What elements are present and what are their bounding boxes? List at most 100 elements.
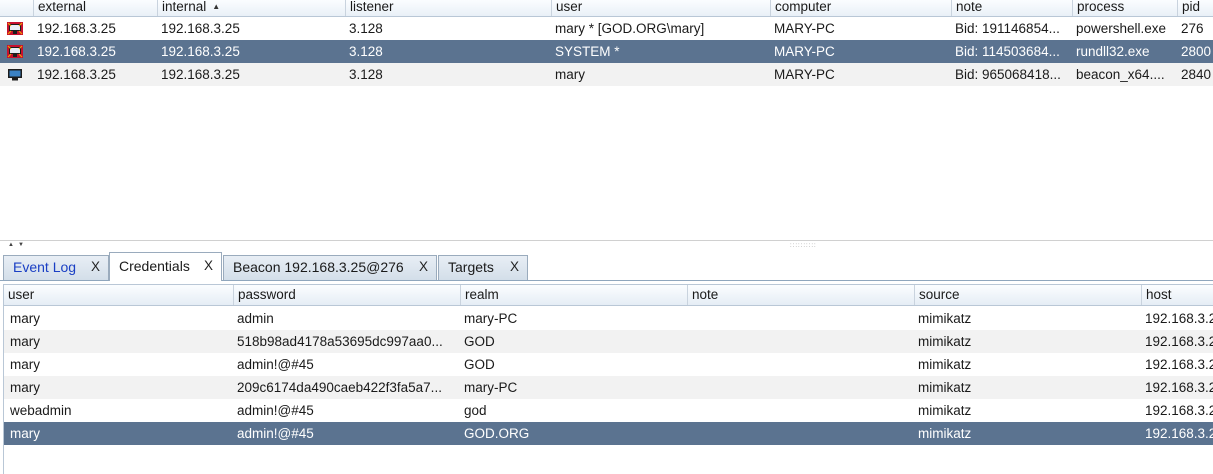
cell-user: mary * [GOD.ORG\mary]	[555, 21, 705, 36]
beacon-elevated-icon	[7, 22, 23, 35]
cell-realm: GOD	[464, 357, 495, 372]
column-header-listener[interactable]: listener	[345, 0, 551, 16]
cell-user: webadmin	[10, 403, 72, 418]
credentials-table: user password realm note source host mar…	[0, 281, 1213, 474]
grip-icon: ::::::::::	[790, 243, 817, 249]
cell-process: powershell.exe	[1076, 21, 1167, 36]
cell-note: Bid: 114503684...	[955, 44, 1060, 59]
tab-credentials[interactable]: Credentials X	[109, 252, 222, 281]
cell-source: mimikatz	[918, 334, 972, 349]
cell-pid: 2800	[1181, 44, 1212, 59]
tab-event-log[interactable]: Event Log X	[3, 255, 109, 280]
tab-label: Event Log	[13, 259, 77, 275]
cell-password: 518b98ad4178a53695dc997aa0...	[237, 334, 443, 349]
column-header-label: external	[38, 0, 87, 14]
credential-row[interactable]: mary 518b98ad4178a53695dc997aa0... GOD m…	[4, 330, 1213, 353]
column-header-note[interactable]: note	[951, 0, 1072, 16]
beacon-elevated-icon	[7, 45, 23, 58]
cell-realm: god	[464, 403, 487, 418]
beacon-row[interactable]: 192.168.3.25 192.168.3.25 3.128 mary * […	[0, 17, 1213, 40]
column-header-internal[interactable]: internal ▲	[157, 0, 345, 16]
column-header-note[interactable]: note	[687, 285, 914, 305]
credential-row[interactable]: mary admin mary-PC mimikatz 192.168.3.25	[4, 307, 1213, 330]
column-header-host[interactable]: host	[1141, 285, 1213, 305]
column-header-computer[interactable]: computer	[770, 0, 951, 16]
cell-source: mimikatz	[918, 380, 972, 395]
column-header-label: password	[238, 287, 296, 302]
icon-column-header[interactable]	[0, 0, 33, 16]
cell-user: mary	[10, 311, 40, 326]
column-header-pid[interactable]: pid	[1177, 0, 1213, 16]
column-header-label: user	[556, 0, 583, 14]
cell-pid: 2840	[1181, 67, 1212, 82]
cell-computer: MARY-PC	[774, 44, 835, 59]
cell-user: mary	[555, 67, 585, 82]
cell-internal: 192.168.3.25	[161, 21, 240, 36]
credential-row[interactable]: mary 209c6174da490caeb422f3fa5a7... mary…	[4, 376, 1213, 399]
cell-source: mimikatz	[918, 357, 972, 372]
column-header-source[interactable]: source	[914, 285, 1141, 305]
tab-beacon[interactable]: Beacon 192.168.3.25@276 X	[223, 255, 437, 280]
cell-host: 192.168.3.25	[1145, 311, 1213, 326]
beacon-icon	[8, 69, 22, 81]
column-header-label: internal	[162, 0, 207, 14]
cell-note	[691, 353, 912, 376]
credential-row[interactable]: mary admin!@#45 GOD.ORG mimikatz 192.168…	[4, 422, 1213, 445]
cell-user: mary	[10, 426, 40, 441]
cell-external: 192.168.3.25	[37, 44, 116, 59]
cell-listener: 3.128	[349, 67, 383, 82]
beacon-row[interactable]: 192.168.3.25 192.168.3.25 3.128 SYSTEM *…	[0, 40, 1213, 63]
cell-note	[691, 307, 912, 330]
column-header-user[interactable]: user	[4, 285, 233, 305]
cell-user: mary	[10, 380, 40, 395]
close-tab-icon[interactable]: X	[510, 256, 519, 278]
cell-source: mimikatz	[918, 403, 972, 418]
credential-row[interactable]: webadmin admin!@#45 god mimikatz 192.168…	[4, 399, 1213, 422]
cell-note	[691, 330, 912, 353]
close-tab-icon[interactable]: X	[419, 256, 428, 278]
cell-user: mary	[10, 357, 40, 372]
cell-host: 192.168.3.25	[1145, 380, 1213, 395]
cell-password: admin!@#45	[237, 357, 314, 372]
column-header-label: source	[919, 287, 960, 302]
split-collapse-arrows-icon[interactable]: ▲▼	[8, 242, 28, 248]
column-header-label: process	[1077, 0, 1125, 14]
column-header-label: user	[8, 287, 35, 302]
column-header-process[interactable]: process	[1072, 0, 1177, 16]
cell-source: mimikatz	[918, 426, 972, 441]
column-header-password[interactable]: password	[233, 285, 460, 305]
beacon-row[interactable]: 192.168.3.25 192.168.3.25 3.128 mary MAR…	[0, 63, 1213, 86]
column-header-label: note	[692, 287, 719, 302]
cell-host: 192.168.3.25	[1145, 403, 1213, 418]
cell-note: Bid: 191146854...	[955, 21, 1060, 36]
cell-user: SYSTEM *	[555, 44, 620, 59]
column-header-user[interactable]: user	[551, 0, 770, 16]
cell-computer: MARY-PC	[774, 21, 835, 36]
cell-process: rundll32.exe	[1076, 44, 1150, 59]
column-header-label: realm	[465, 287, 499, 302]
column-header-external[interactable]: external	[33, 0, 157, 16]
cell-external: 192.168.3.25	[37, 21, 116, 36]
tab-label: Targets	[448, 259, 494, 275]
close-tab-icon[interactable]: X	[204, 253, 213, 279]
cell-source: mimikatz	[918, 311, 972, 326]
column-header-realm[interactable]: realm	[460, 285, 687, 305]
cell-realm: GOD.ORG	[464, 426, 530, 441]
cell-realm: mary-PC	[464, 311, 518, 326]
cell-listener: 3.128	[349, 44, 383, 59]
cell-host: 192.168.3.25	[1145, 357, 1213, 372]
cell-note	[691, 422, 912, 445]
close-tab-icon[interactable]: X	[91, 256, 100, 278]
tab-targets[interactable]: Targets X	[438, 255, 528, 280]
cell-note	[691, 399, 912, 422]
credential-row[interactable]: mary admin!@#45 GOD mimikatz 192.168.3.2…	[4, 353, 1213, 376]
cell-host: 192.168.3.25	[1145, 334, 1213, 349]
cell-password: admin	[237, 311, 274, 326]
cell-user: mary	[10, 334, 40, 349]
credentials-table-header: user password realm note source host	[4, 284, 1213, 306]
cell-password: 209c6174da490caeb422f3fa5a7...	[237, 380, 442, 395]
cell-note: Bid: 965068418...	[955, 67, 1061, 82]
column-header-label: pid	[1182, 0, 1201, 14]
cell-pid: 276	[1181, 21, 1204, 36]
cell-internal: 192.168.3.25	[161, 44, 240, 59]
